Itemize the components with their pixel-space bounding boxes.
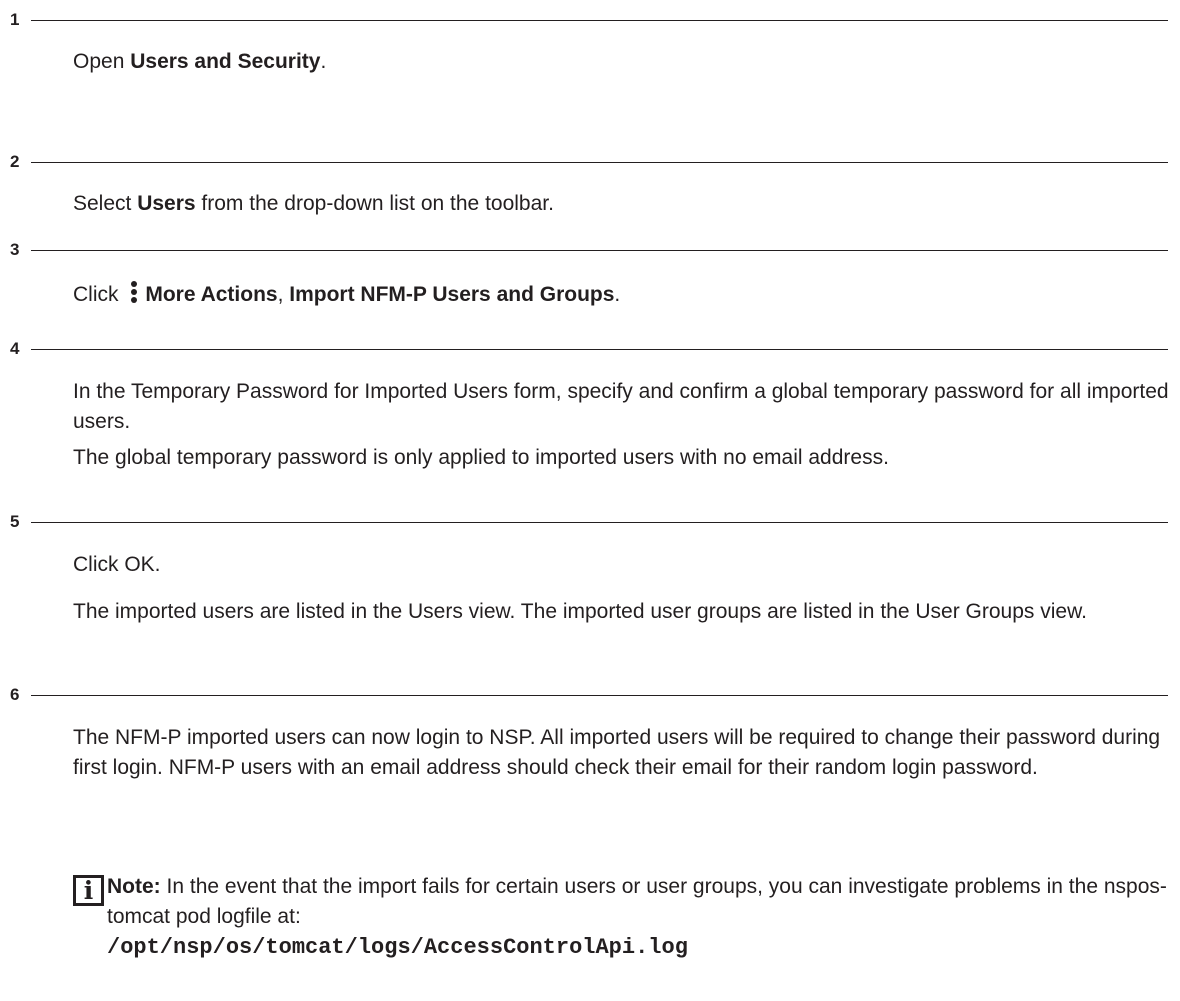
step-text: , [277, 283, 290, 306]
ui-element-name: Import NFM-P Users and Groups [289, 283, 615, 306]
step-2-instruction: Select Users from the drop-down list on … [73, 189, 1173, 219]
step-text: . [320, 50, 327, 73]
step-text: Click [73, 283, 125, 306]
step-4-paragraph: In the Temporary Password for Imported U… [73, 380, 1169, 433]
step-text: Select [73, 192, 138, 215]
step-divider [31, 349, 1168, 350]
step-6-paragraph: The NFM-P imported users can now login t… [73, 726, 1161, 779]
step-text: from the drop-down list on the toolbar. [195, 192, 554, 215]
ui-element-name: Users [137, 192, 196, 215]
step-5-paragraph: Click OK. [73, 553, 161, 576]
step-5-paragraph: The imported users are listed in the Use… [73, 600, 1087, 623]
step-text: . [614, 283, 621, 306]
step-1-instruction: Open Users and Security. [73, 47, 1173, 77]
step-number: 2 [10, 152, 20, 171]
note-text: In the event that the import fails for c… [107, 875, 1167, 928]
step-divider [31, 695, 1168, 696]
step-number: 4 [10, 339, 20, 358]
step-3-instruction: Click More Actions, Import NFM-P Users a… [73, 280, 1173, 310]
step-text: Open [73, 50, 131, 73]
step-number: 6 [10, 685, 20, 704]
step-divider [31, 522, 1168, 523]
ui-element-name: Users and Security [130, 50, 321, 73]
step-number: 3 [10, 240, 20, 259]
ui-element-name: More Actions [145, 283, 278, 306]
step-number: 1 [10, 10, 20, 29]
step-4-paragraph: The global temporary password is only ap… [73, 446, 889, 469]
info-icon: i [73, 875, 104, 906]
step-number: 5 [10, 512, 20, 531]
note-block: Note: In the event that the import fails… [107, 872, 1167, 963]
step-divider [31, 162, 1168, 163]
step-divider [31, 250, 1168, 251]
more-actions-kebab-icon [130, 280, 138, 304]
log-file-path: /opt/nsp/os/tomcat/logs/AccessControlApi… [107, 935, 688, 960]
step-divider [31, 20, 1168, 21]
note-label: Note: [107, 875, 161, 898]
